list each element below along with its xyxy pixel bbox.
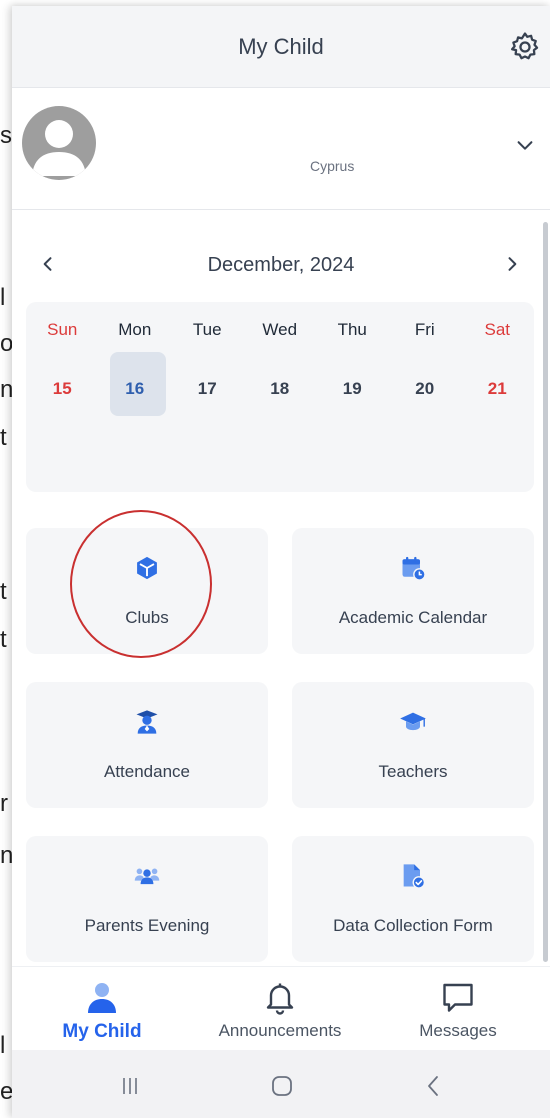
background-letter: r [0,790,8,817]
people-group-icon [134,868,160,885]
calendar-header: December, 2024 [12,242,550,286]
attendance-tile[interactable]: Attendance [26,682,268,808]
weekday-label: Tue [192,320,222,339]
chevron-down-icon[interactable] [514,134,536,156]
app-screen: My Child Cyprus December, 2024 Sun Mon T… [12,6,550,1118]
tile-label: Teachers [378,762,448,781]
nav-messages[interactable]: Messages [368,967,548,1051]
bell-icon [266,983,294,1015]
background-letter: s [0,122,12,149]
day-cell[interactable]: 17 [171,358,244,420]
graduation-cap-icon [400,712,426,731]
nav-label: Announcements [218,1021,342,1040]
bottom-navigation: My Child Announcements Messages [12,966,550,1050]
page-title: My Child [238,33,324,59]
nav-label: Messages [419,1021,497,1040]
file-check-icon [403,864,426,889]
day-cell[interactable]: 18 [244,358,317,420]
graduate-icon [136,710,158,734]
home-icon[interactable] [268,1072,296,1100]
default-avatar-icon [32,120,86,176]
calendar-month-label: December, 2024 [207,254,355,276]
avatar [22,106,96,180]
weekday-label: Wed [262,320,298,339]
highlight-circle-annotation [70,510,212,658]
app-header: My Child [12,6,550,88]
system-navigation-bar [12,1050,550,1118]
teachers-tile[interactable]: Teachers [292,682,534,808]
scrollbar[interactable] [543,222,548,962]
day-cell[interactable]: 15 [26,358,99,420]
person-icon [88,983,116,1013]
data-collection-form-tile[interactable]: Data Collection Form [292,836,534,962]
weekday-label: Sun [47,320,78,339]
day-cell[interactable]: 19 [316,358,389,420]
background-letter: l [0,1032,6,1059]
week-calendar: Sun Mon Tue Wed Thu Fri Sat 15 16 17 18 … [26,302,534,492]
chat-bubble-icon [443,983,473,1012]
nav-my-child[interactable]: My Child [12,967,192,1051]
recent-apps-icon[interactable] [116,1072,144,1100]
day-cell[interactable]: 21 [461,358,534,420]
gear-icon[interactable] [508,30,542,64]
background-letter: l [0,284,6,311]
day-cell[interactable]: 20 [389,358,462,420]
calendar-clock-icon [402,556,426,581]
background-letter: t [0,626,7,653]
tile-label: Parents Evening [84,916,210,935]
back-icon[interactable] [420,1072,448,1100]
tile-label: Data Collection Form [333,916,493,935]
nav-announcements[interactable]: Announcements [190,967,370,1051]
weekday-row: Sun Mon Tue Wed Thu Fri Sat [26,320,534,340]
weekday-label: Fri [414,320,435,339]
academic-calendar-tile[interactable]: Academic Calendar [292,528,534,654]
tile-label: Attendance [103,762,190,781]
parents-evening-tile[interactable]: Parents Evening [26,836,268,962]
weekday-label: Mon [118,320,152,339]
background-letter: t [0,578,7,605]
day-cell-selected[interactable]: 16 [99,358,172,420]
chevron-right-icon[interactable] [502,254,522,274]
weekday-label: Thu [337,320,367,339]
child-profile-selector[interactable]: Cyprus [12,88,550,210]
background-letter: t [0,424,7,451]
day-row: 15 16 17 18 19 20 21 [26,358,534,420]
nav-label: My Child [62,1021,142,1042]
profile-location: Cyprus [310,158,355,174]
tile-label: Academic Calendar [338,608,488,627]
weekday-label: Sat [484,320,511,339]
